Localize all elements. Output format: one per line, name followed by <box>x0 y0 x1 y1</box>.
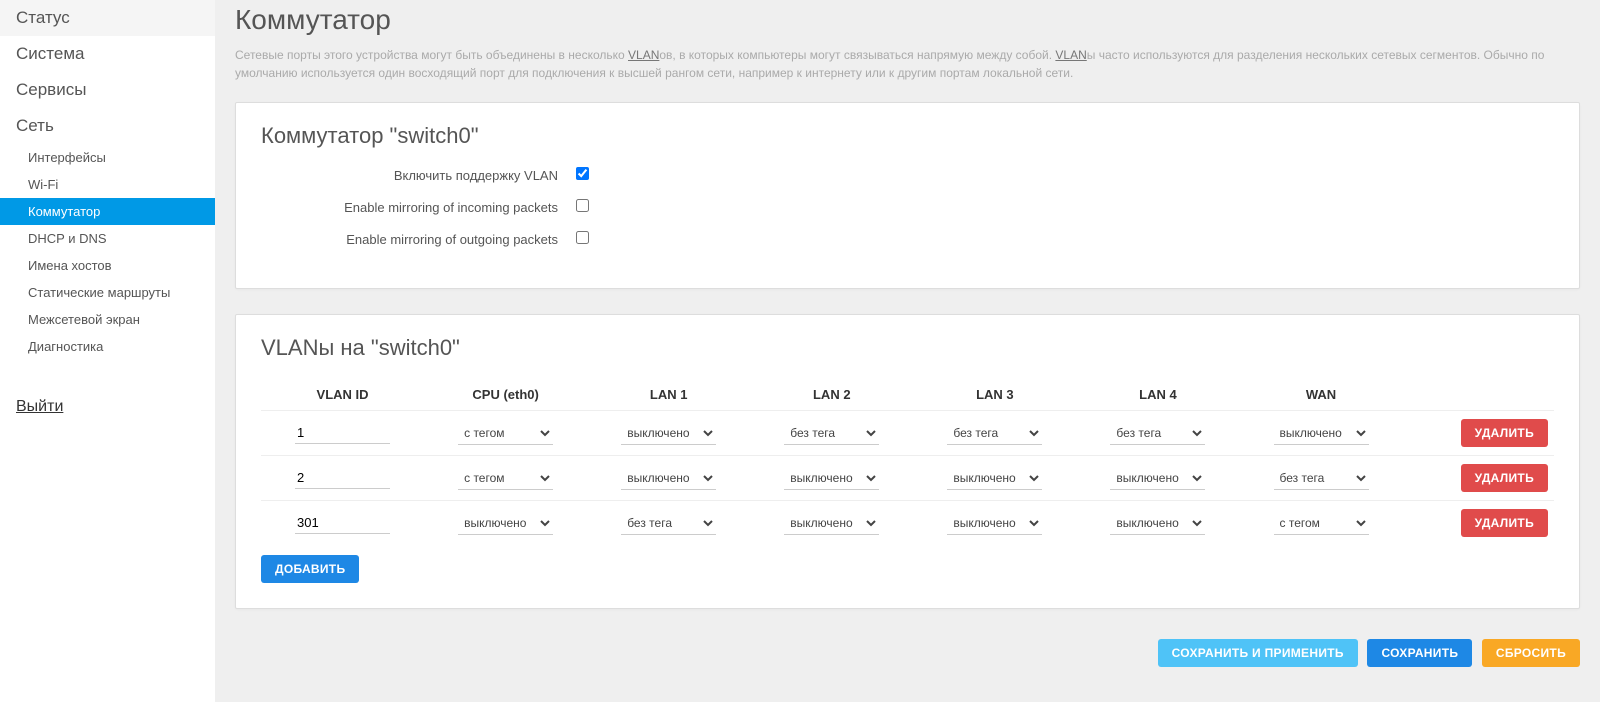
vlan-row: выключенобез тегас тегом выключенобез тег… <box>261 411 1554 456</box>
page-description: Сетевые порты этого устройства могут быт… <box>235 46 1580 82</box>
port-select[interactable]: выключенобез тегас тегом <box>621 512 716 535</box>
form-row-enable-vlan: Включить поддержку VLAN <box>261 167 1554 183</box>
port-select[interactable]: выключенобез тегас тегом <box>784 467 879 490</box>
col-lan1: LAN 1 <box>587 379 750 411</box>
nav-sub: Интерфейсы Wi-Fi Коммутатор DHCP и DNS И… <box>0 144 215 360</box>
port-select[interactable]: выключенобез тегас тегом <box>947 512 1042 535</box>
form-row-mirror-in: Enable mirroring of incoming packets <box>261 199 1554 215</box>
delete-vlan-button[interactable]: УДАЛИТЬ <box>1461 419 1548 447</box>
sidebar: Статус Система Сервисы Сеть Интерфейсы W… <box>0 0 215 702</box>
port-select[interactable]: выключенобез тегас тегом <box>458 467 553 490</box>
logout-link[interactable]: Выйти <box>0 390 215 424</box>
port-select[interactable]: выключенобез тегас тегом <box>784 512 879 535</box>
delete-vlan-button[interactable]: УДАЛИТЬ <box>1461 509 1548 537</box>
col-wan: WAN <box>1239 379 1402 411</box>
nav-item-status[interactable]: Статус <box>0 0 215 36</box>
port-select[interactable]: выключенобез тегас тегом <box>1110 422 1205 445</box>
label-mirror-out: Enable mirroring of outgoing packets <box>261 232 576 247</box>
sidebar-item-static-routes[interactable]: Статические маршруты <box>0 279 215 306</box>
label-enable-vlan: Включить поддержку VLAN <box>261 168 576 183</box>
col-cpu: CPU (eth0) <box>424 379 587 411</box>
vlan-panel-title: VLANы на "switch0" <box>261 335 1554 361</box>
add-vlan-button[interactable]: ДОБАВИТЬ <box>261 555 359 583</box>
main-content: Коммутатор Сетевые порты этого устройств… <box>215 0 1600 702</box>
sidebar-item-diagnostics[interactable]: Диагностика <box>0 333 215 360</box>
col-lan4: LAN 4 <box>1076 379 1239 411</box>
switch-settings-panel: Коммутатор "switch0" Включить поддержку … <box>235 102 1580 289</box>
sidebar-item-hostnames[interactable]: Имена хостов <box>0 252 215 279</box>
checkbox-mirror-in[interactable] <box>576 199 589 212</box>
col-lan2: LAN 2 <box>750 379 913 411</box>
nav-top: Статус Система Сервисы Сеть <box>0 0 215 144</box>
vlan-panel: VLANы на "switch0" VLAN ID CPU (eth0) LA… <box>235 314 1580 609</box>
sidebar-item-interfaces[interactable]: Интерфейсы <box>0 144 215 171</box>
port-select[interactable]: выключенобез тегас тегом <box>621 422 716 445</box>
switch-panel-title: Коммутатор "switch0" <box>261 123 1554 149</box>
save-button[interactable]: СОХРАНИТЬ <box>1367 639 1472 667</box>
port-select[interactable]: выключенобез тегас тегом <box>1274 512 1369 535</box>
label-mirror-in: Enable mirroring of incoming packets <box>261 200 576 215</box>
sidebar-item-wifi[interactable]: Wi-Fi <box>0 171 215 198</box>
port-select[interactable]: выключенобез тегас тегом <box>784 422 879 445</box>
checkbox-mirror-out[interactable] <box>576 231 589 244</box>
vlan-id-input[interactable] <box>295 422 390 444</box>
port-select[interactable]: выключенобез тегас тегом <box>621 467 716 490</box>
col-lan3: LAN 3 <box>913 379 1076 411</box>
port-select[interactable]: выключенобез тегас тегом <box>458 422 553 445</box>
vlan-table-header-row: VLAN ID CPU (eth0) LAN 1 LAN 2 LAN 3 LAN… <box>261 379 1554 411</box>
vlan-id-input[interactable] <box>295 512 390 534</box>
port-select[interactable]: выключенобез тегас тегом <box>947 467 1042 490</box>
form-row-mirror-out: Enable mirroring of outgoing packets <box>261 231 1554 247</box>
vlan-id-input[interactable] <box>295 467 390 489</box>
checkbox-enable-vlan[interactable] <box>576 167 589 180</box>
vlan-row: выключенобез тегас тегом выключенобез тег… <box>261 456 1554 501</box>
vlan-link[interactable]: VLAN <box>1055 48 1086 62</box>
sidebar-item-firewall[interactable]: Межсетевой экран <box>0 306 215 333</box>
sidebar-item-switch[interactable]: Коммутатор <box>0 198 215 225</box>
port-select[interactable]: выключенобез тегас тегом <box>1110 467 1205 490</box>
port-select[interactable]: выключенобез тегас тегом <box>1110 512 1205 535</box>
reset-button[interactable]: СБРОСИТЬ <box>1482 639 1580 667</box>
port-select[interactable]: выключенобез тегас тегом <box>458 512 553 535</box>
delete-vlan-button[interactable]: УДАЛИТЬ <box>1461 464 1548 492</box>
footer-actions: СОХРАНИТЬ И ПРИМЕНИТЬ СОХРАНИТЬ СБРОСИТЬ <box>235 634 1580 682</box>
desc-text: ов, в которых компьютеры могут связывать… <box>659 48 1055 62</box>
port-select[interactable]: выключенобез тегас тегом <box>947 422 1042 445</box>
col-actions <box>1403 379 1554 411</box>
port-select[interactable]: выключенобез тегас тегом <box>1274 467 1369 490</box>
sidebar-item-dhcp-dns[interactable]: DHCP и DNS <box>0 225 215 252</box>
save-apply-button[interactable]: СОХРАНИТЬ И ПРИМЕНИТЬ <box>1158 639 1358 667</box>
vlan-row: выключенобез тегас тегом выключенобез тег… <box>261 501 1554 546</box>
desc-text: Сетевые порты этого устройства могут быт… <box>235 48 628 62</box>
vlan-table: VLAN ID CPU (eth0) LAN 1 LAN 2 LAN 3 LAN… <box>261 379 1554 545</box>
nav-item-system[interactable]: Система <box>0 36 215 72</box>
col-vlan-id: VLAN ID <box>261 379 424 411</box>
page-title: Коммутатор <box>235 0 1580 46</box>
vlan-link[interactable]: VLAN <box>628 48 659 62</box>
port-select[interactable]: выключенобез тегас тегом <box>1274 422 1369 445</box>
nav-item-network[interactable]: Сеть <box>0 108 215 144</box>
nav-item-services[interactable]: Сервисы <box>0 72 215 108</box>
